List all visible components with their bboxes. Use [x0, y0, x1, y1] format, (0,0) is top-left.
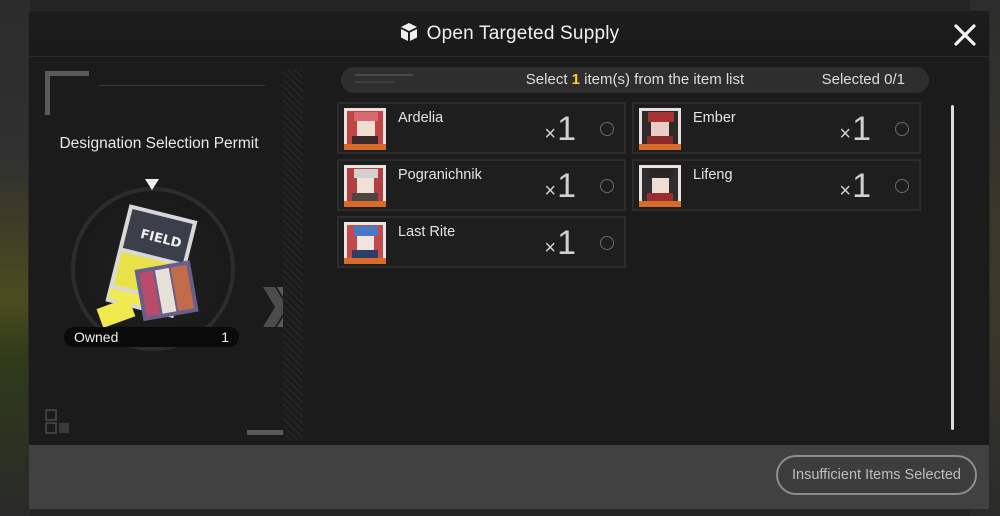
backdrop-left [0, 0, 30, 516]
qty-prefix: × [544, 123, 557, 145]
operator-portrait-lifeng [639, 165, 681, 207]
selection-bar: Select 1 item(s) from the item list Sele… [341, 67, 929, 93]
item-radio[interactable] [895, 122, 909, 136]
item-quantity: ×1 [839, 112, 871, 151]
qty-value: 1 [557, 167, 576, 205]
triangle-down-icon [145, 179, 159, 190]
owned-bar: Owned 1 [64, 327, 239, 347]
item-quantity: ×1 [544, 226, 576, 265]
item-card-ardelia[interactable]: Ardelia ×1 [337, 102, 626, 154]
operator-portrait-ardelia [344, 108, 386, 150]
item-quantity: ×1 [839, 169, 871, 208]
qty-value: 1 [557, 110, 576, 148]
item-name: Lifeng [693, 167, 733, 183]
item-name: Last Rite [398, 224, 456, 240]
owned-label: Owned [74, 329, 119, 345]
dialog-header: Open Targeted Supply [29, 11, 989, 57]
operator-portrait-ember [639, 108, 681, 150]
close-icon[interactable] [953, 23, 977, 47]
owned-count: 1 [221, 329, 229, 345]
instruction-count: 1 [571, 71, 580, 88]
item-name: Ardelia [398, 110, 444, 126]
dialog-title: Open Targeted Supply [29, 22, 989, 45]
permit-panel: Designation Selection Permit FIELD Owned [39, 69, 301, 441]
permit-card-image: FIELD [96, 204, 199, 328]
operator-portrait-last-rite [344, 222, 386, 264]
item-list-scrollbar[interactable] [951, 105, 954, 430]
qty-prefix: × [544, 180, 557, 202]
qty-prefix: × [544, 237, 557, 259]
supply-box-icon [400, 23, 417, 41]
item-quantity: ×1 [544, 112, 576, 151]
divider [99, 85, 265, 86]
item-radio[interactable] [600, 236, 614, 250]
item-quantity: ×1 [544, 169, 576, 208]
item-radio[interactable] [895, 179, 909, 193]
instruction-prefix: Select [525, 71, 572, 88]
item-card-lifeng[interactable]: Lifeng ×1 [632, 159, 921, 211]
item-radio[interactable] [600, 179, 614, 193]
instruction-suffix: item(s) from the item list [580, 71, 745, 88]
item-radio[interactable] [600, 122, 614, 136]
item-card-pogranichnik[interactable]: Pogranichnik ×1 [337, 159, 626, 211]
item-name: Ember [693, 110, 736, 126]
permit-name: Designation Selection Permit [59, 135, 259, 152]
targeted-supply-dialog: Open Targeted Supply Designation Selecti… [28, 10, 990, 510]
operator-portrait-pogranichnik [344, 165, 386, 207]
qty-prefix: × [839, 180, 852, 202]
selected-status: Selected 0/1 [821, 71, 905, 88]
item-card-last-rite[interactable]: Last Rite ×1 [337, 216, 626, 268]
dialog-footer: Insufficient Items Selected [29, 445, 989, 509]
hatched-divider [283, 69, 303, 441]
item-card-ember[interactable]: Ember ×1 [632, 102, 921, 154]
qty-value: 1 [557, 224, 576, 262]
qty-prefix: × [839, 123, 852, 145]
qty-value: 1 [852, 167, 871, 205]
confirm-button[interactable]: Insufficient Items Selected [776, 455, 977, 495]
item-name: Pogranichnik [398, 167, 482, 183]
frame-corner [45, 71, 89, 115]
qty-value: 1 [852, 110, 871, 148]
grid-icon [45, 409, 69, 434]
dialog-title-text: Open Targeted Supply [426, 23, 620, 44]
